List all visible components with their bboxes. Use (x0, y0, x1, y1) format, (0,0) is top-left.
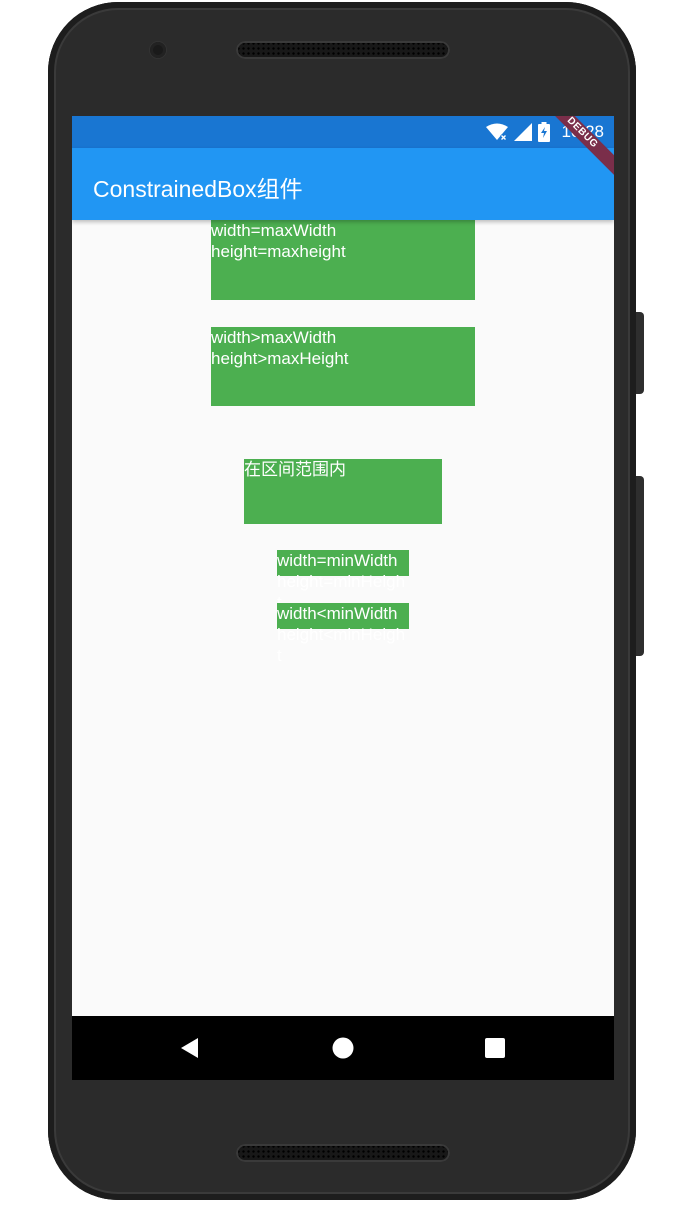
nav-recent-button[interactable] (455, 1016, 535, 1080)
back-triangle-icon (181, 1038, 198, 1058)
box-label-line2: height=maxheight (211, 242, 346, 261)
bottom-speaker (236, 1144, 450, 1162)
box-label-line2: height<minHeight (277, 625, 406, 665)
constrained-box-over-max: width>maxWidth height>maxHeight (211, 327, 475, 406)
wifi-icon (486, 123, 508, 141)
box-label-line1: width=minWidth (277, 551, 398, 570)
constrained-box-min: width=minWidth height=minHeight (277, 550, 409, 612)
box-label-line2: height>maxHeight (211, 349, 349, 368)
recent-square-icon (485, 1038, 505, 1058)
app-bar: ConstrainedBox组件 (72, 148, 614, 220)
status-bar: 10:28 (72, 116, 614, 148)
earpiece-speaker (236, 41, 450, 59)
home-circle-icon (332, 1037, 354, 1059)
box-label-line1: width>maxWidth (211, 328, 337, 347)
front-camera (150, 42, 166, 58)
nav-back-button[interactable] (150, 1016, 230, 1080)
signal-icon (514, 123, 532, 141)
battery-icon (538, 122, 550, 142)
box-label-line1: width<minWidth (277, 604, 398, 623)
device-screen: 10:28 ConstrainedBox组件 DEBUG width=maxWi… (72, 116, 614, 1080)
constrained-box-max: width=maxWidth height=maxheight (211, 220, 475, 300)
status-icons (486, 122, 550, 142)
content-area: width=maxWidth height=maxheight width>ma… (72, 220, 614, 1016)
constrained-box-in-range: 在区间范围内 (244, 459, 442, 524)
box-label-line1: 在区间范围内 (244, 460, 346, 479)
constrained-box-under-min: width<minWidth height<minHeight (277, 603, 409, 665)
page-title: ConstrainedBox组件 (93, 176, 303, 202)
box-label-line1: width=maxWidth (211, 221, 337, 240)
power-button[interactable] (636, 312, 644, 394)
nav-home-button[interactable] (303, 1016, 383, 1080)
volume-button[interactable] (636, 476, 644, 656)
navigation-bar (72, 1016, 614, 1080)
